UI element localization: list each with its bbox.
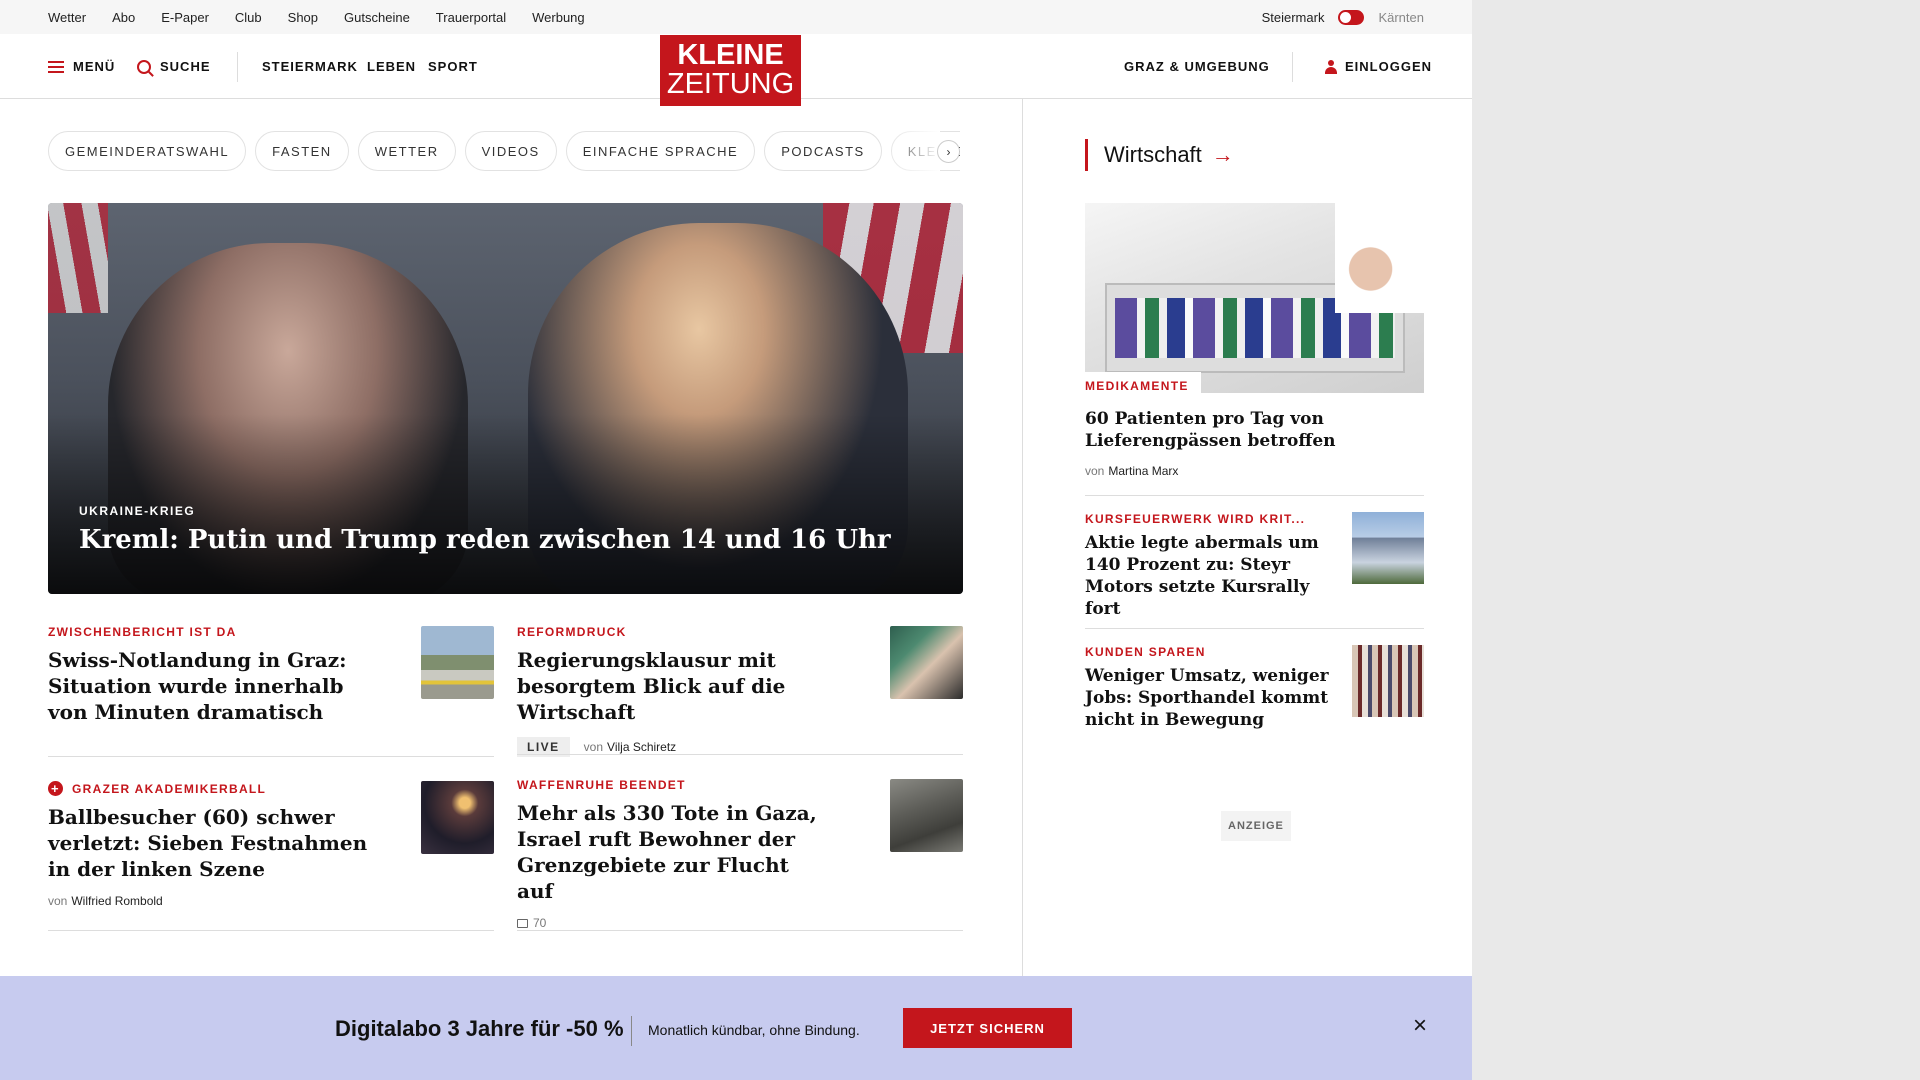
chip-wetter[interactable]: WETTER bbox=[357, 131, 456, 171]
byline-prefix: von bbox=[1085, 464, 1105, 478]
header-divider bbox=[237, 52, 238, 82]
article-meta: von Martina Marx bbox=[1085, 464, 1424, 478]
chevron-right-icon[interactable]: › bbox=[937, 140, 960, 163]
region-kaernten[interactable]: Kärnten bbox=[1378, 10, 1424, 25]
region-link-graz[interactable]: GRAZ & UMGEBUNG bbox=[1124, 34, 1270, 99]
comment-icon bbox=[517, 918, 528, 928]
subscription-banner: Digitalabo 3 Jahre für -50 % Monatlich k… bbox=[0, 976, 1472, 1080]
login-button[interactable]: EINLOGGEN bbox=[1325, 34, 1432, 99]
article-meta: 70 bbox=[517, 916, 963, 930]
search-icon bbox=[137, 59, 151, 74]
article-thumbnail[interactable] bbox=[890, 626, 963, 699]
article-author[interactable]: Martina Marx bbox=[1108, 464, 1178, 478]
utility-link-epaper[interactable]: E-Paper bbox=[161, 10, 209, 25]
nav-sport[interactable]: SPORT bbox=[428, 34, 478, 99]
promo-subline: Monatlich kündbar, ohne Bindung. bbox=[648, 1022, 860, 1038]
row-divider bbox=[517, 754, 963, 755]
article-title[interactable]: Ballbesucher (60) schwer verletzt: Siebe… bbox=[48, 804, 368, 882]
logo-line-2: ZEITUNG bbox=[666, 68, 795, 100]
main-header: MENÜ SUCHE STEIERMARK LEBEN SPORT KLEINE… bbox=[0, 34, 1472, 106]
region-steiermark[interactable]: Steiermark bbox=[1262, 10, 1325, 25]
article-author[interactable]: Vilja Schiretz bbox=[607, 740, 676, 754]
login-label: EINLOGGEN bbox=[1345, 59, 1433, 74]
article-title[interactable]: Mehr als 330 Tote in Gaza, Israel ruft B… bbox=[517, 800, 817, 904]
promo-headline: Digitalabo 3 Jahre für -50 % bbox=[335, 1016, 624, 1041]
menu-button[interactable]: MENÜ bbox=[48, 34, 115, 99]
section-heading-label: Wirtschaft bbox=[1104, 142, 1202, 167]
article-title[interactable]: Aktie legte abermals um 140 Prozent zu: … bbox=[1085, 532, 1330, 620]
nav-leben[interactable]: LEBEN bbox=[367, 34, 416, 99]
hero-image-flag bbox=[48, 203, 108, 313]
article-kicker: MEDIKAMENTE bbox=[1085, 379, 1189, 393]
article-thumbnail[interactable] bbox=[1352, 645, 1424, 717]
utility-link-club[interactable]: Club bbox=[235, 10, 262, 25]
article-author[interactable]: Wilfried Rombold bbox=[71, 894, 162, 908]
article-thumbnail[interactable] bbox=[421, 781, 494, 854]
column-divider bbox=[1022, 99, 1023, 979]
row-divider bbox=[48, 930, 494, 931]
row-divider bbox=[517, 930, 963, 931]
arrow-right-icon: → bbox=[1211, 142, 1234, 167]
user-icon bbox=[1325, 59, 1337, 74]
search-label: SUCHE bbox=[160, 59, 211, 74]
utility-link-trauerportal[interactable]: Trauerportal bbox=[436, 10, 506, 25]
logo-line-1: KLEINE bbox=[677, 39, 784, 71]
utility-link-wetter[interactable]: Wetter bbox=[48, 10, 86, 25]
chips-fade bbox=[880, 131, 940, 171]
sidebar-lead-teaser[interactable]: 60 Patienten pro Tag von Lieferengpässen… bbox=[1085, 402, 1424, 478]
header-divider-right bbox=[1292, 52, 1293, 82]
sidebar-lead-image[interactable] bbox=[1085, 203, 1424, 393]
hero-article[interactable]: UKRAINE-KRIEG Kreml: Putin und Trump red… bbox=[48, 203, 963, 594]
row-divider bbox=[48, 756, 494, 757]
utility-link-shop[interactable]: Shop bbox=[288, 10, 318, 25]
nav-steiermark[interactable]: STEIERMARK bbox=[262, 34, 358, 99]
menu-label: MENÜ bbox=[73, 59, 116, 74]
article-thumbnail[interactable] bbox=[421, 626, 494, 699]
article-kicker-text: GRAZER AKADEMIKERBALL bbox=[72, 781, 267, 796]
hamburger-icon bbox=[48, 60, 64, 73]
row-divider bbox=[1085, 628, 1424, 629]
section-heading-wirtschaft[interactable]: Wirtschaft → bbox=[1085, 139, 1234, 171]
utility-link-abo[interactable]: Abo bbox=[112, 10, 135, 25]
byline-prefix: von bbox=[48, 894, 68, 908]
close-icon[interactable]: × bbox=[1410, 1014, 1430, 1038]
article-title[interactable]: 60 Patienten pro Tag von Lieferengpässen… bbox=[1085, 408, 1345, 452]
hero-title[interactable]: Kreml: Putin und Trump reden zwischen 14… bbox=[79, 525, 891, 555]
hero-kicker: UKRAINE-KRIEG bbox=[79, 504, 196, 518]
utility-links: Wetter Abo E-Paper Club Shop Gutscheine … bbox=[48, 0, 611, 34]
region-toggle[interactable] bbox=[1338, 9, 1365, 25]
article-meta: von Wilfried Rombold bbox=[48, 894, 494, 908]
chip-fasten[interactable]: FASTEN bbox=[255, 131, 349, 171]
jetzt-sichern-button[interactable]: JETZT SICHERN bbox=[903, 1008, 1072, 1048]
comment-count[interactable]: 70 bbox=[533, 916, 546, 930]
chip-videos[interactable]: VIDEOS bbox=[464, 131, 557, 171]
promo-divider bbox=[631, 1016, 632, 1046]
chip-podcasts[interactable]: PODCASTS bbox=[764, 131, 882, 171]
utility-link-werbung[interactable]: Werbung bbox=[532, 10, 585, 25]
chip-einfache-sprache[interactable]: EINFACHE SPRACHE bbox=[565, 131, 756, 171]
ad-label: ANZEIGE bbox=[1221, 811, 1291, 841]
search-button[interactable]: SUCHE bbox=[137, 34, 211, 99]
kleine-zeitung-logo[interactable]: KLEINE ZEITUNG bbox=[660, 35, 801, 106]
chip-gemeinderatswahl[interactable]: GEMEINDERATSWAHL bbox=[48, 131, 247, 171]
article-thumbnail[interactable] bbox=[1352, 512, 1424, 584]
region-switch: Steiermark Kärnten bbox=[1262, 0, 1424, 34]
image-hand bbox=[1335, 203, 1424, 313]
article-title[interactable]: Swiss-Notlandung in Graz: Situation wurd… bbox=[48, 647, 368, 725]
sidebar-lead-kicker-box: MEDIKAMENTE bbox=[1085, 372, 1201, 396]
utility-link-gutscheine[interactable]: Gutscheine bbox=[344, 10, 410, 25]
byline-prefix: von bbox=[583, 740, 604, 754]
plus-icon: + bbox=[48, 781, 63, 796]
article-title[interactable]: Weniger Umsatz, weniger Jobs: Sporthande… bbox=[1085, 665, 1330, 731]
topic-chips: GEMEINDERATSWAHL FASTEN WETTER VIDEOS EI… bbox=[48, 131, 960, 171]
article-thumbnail[interactable] bbox=[890, 779, 963, 852]
row-divider bbox=[1085, 495, 1424, 496]
page: Wetter Abo E-Paper Club Shop Gutscheine … bbox=[0, 0, 1472, 1080]
article-title[interactable]: Regierungsklausur mit besorgtem Blick au… bbox=[517, 647, 877, 725]
utility-bar: Wetter Abo E-Paper Club Shop Gutscheine … bbox=[0, 0, 1472, 34]
